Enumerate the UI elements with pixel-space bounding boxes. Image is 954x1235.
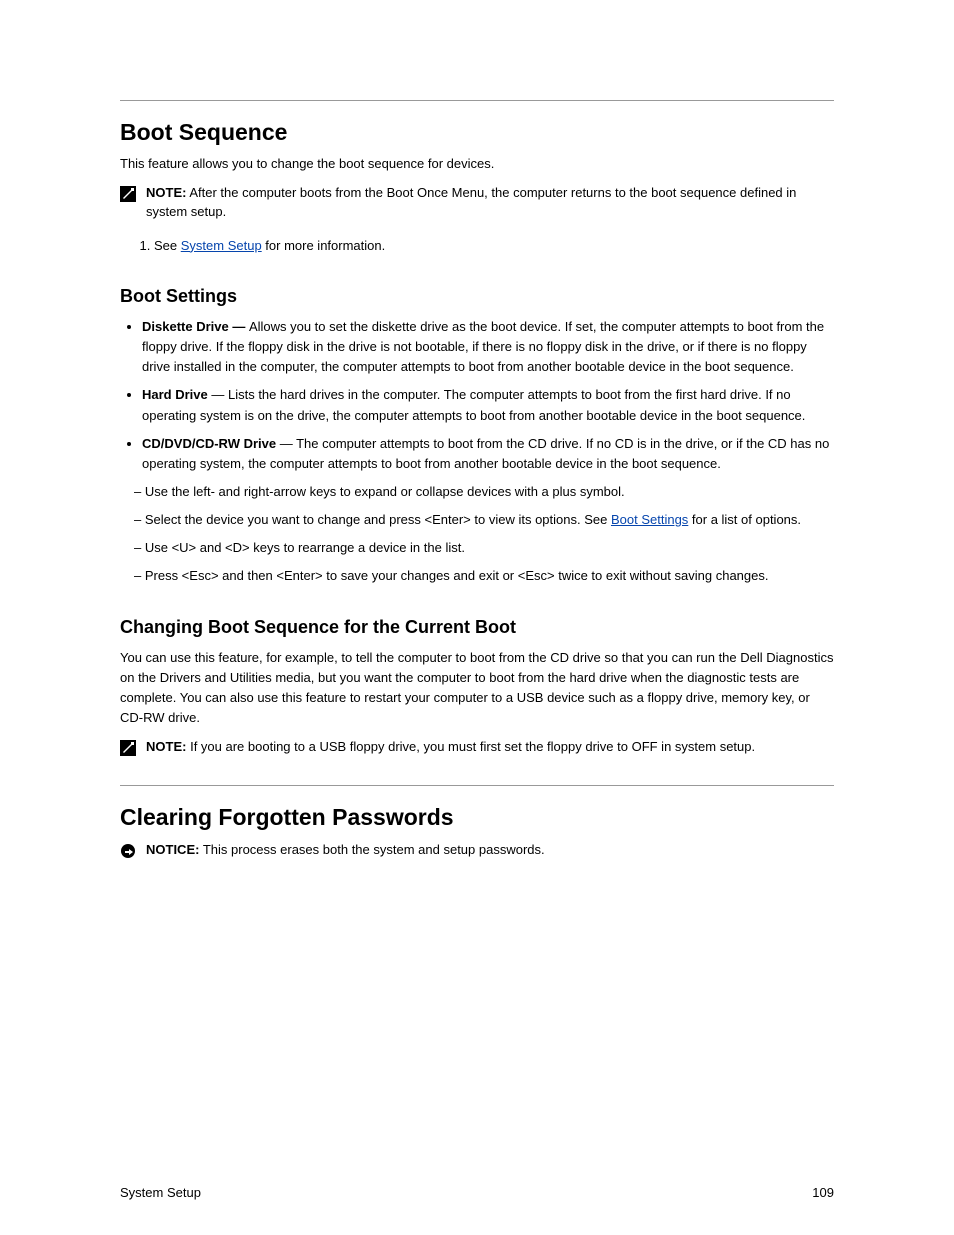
note-body-1: NOTE: After the computer boots from the … <box>146 184 834 222</box>
intro-paragraph: This feature allows you to change the bo… <box>120 154 834 174</box>
changing-boot-text: You can use this feature, for example, t… <box>120 648 834 729</box>
note-icon-2 <box>120 740 136 756</box>
bullet-harddrive-bold: Hard Drive <box>142 387 208 402</box>
note-text-2: If you are booting to a USB floppy drive… <box>190 739 755 754</box>
note-body-2: NOTE: If you are booting to a USB floppy… <box>146 738 834 757</box>
notice-icon <box>120 843 136 859</box>
bullet-diskette: Diskette Drive — Allows you to set the d… <box>142 317 834 377</box>
note-callout-1: NOTE: After the computer boots from the … <box>120 184 834 222</box>
note-icon <box>120 186 136 202</box>
note-label-1: NOTE: <box>146 185 186 200</box>
dash-select-a: Select the device you want to change and… <box>145 512 611 527</box>
section-rule-mid <box>120 785 834 786</box>
section-title-boot-sequence: Boot Sequence <box>120 119 834 146</box>
footer-page: 109 <box>812 1185 834 1200</box>
notice-callout: NOTICE: This process erases both the sys… <box>120 841 834 860</box>
bullet-cddvd: CD/DVD/CD-RW Drive — The computer attemp… <box>142 434 834 474</box>
bullet-cddvd-bold: CD/DVD/CD-RW Drive <box>142 436 276 451</box>
step-1: See System Setup for more information. <box>154 236 834 256</box>
note-text-1: After the computer boots from the Boot O… <box>146 185 796 219</box>
boot-settings-heading: Boot Settings <box>120 286 834 307</box>
notice-label: NOTICE: <box>146 842 199 857</box>
boot-settings-link[interactable]: Boot Settings <box>611 512 688 527</box>
bullet-harddrive-text: — Lists the hard drives in the computer.… <box>142 387 805 422</box>
notice-body: NOTICE: This process erases both the sys… <box>146 841 834 860</box>
dash-esc: Press <Esc> and then <Enter> to save you… <box>134 566 834 586</box>
note-label-2: NOTE: <box>146 739 186 754</box>
section-rule-top <box>120 100 834 101</box>
footer-chapter: System Setup <box>120 1185 201 1200</box>
note-callout-2: NOTE: If you are booting to a USB floppy… <box>120 738 834 757</box>
section-title-clearing: Clearing Forgotten Passwords <box>120 804 834 831</box>
steps-list-1: See System Setup for more information. <box>120 236 834 256</box>
system-setup-link[interactable]: System Setup <box>181 238 262 253</box>
dash-list: Use the left- and right-arrow keys to ex… <box>120 482 834 587</box>
dash-udkeys: Use <U> and <D> keys to rearrange a devi… <box>134 538 834 558</box>
dash-select-b: for a list of options. <box>688 512 801 527</box>
changing-boot-heading: Changing Boot Sequence for the Current B… <box>120 617 834 638</box>
dash-arrowkeys: Use the left- and right-arrow keys to ex… <box>134 482 834 502</box>
notice-text: This process erases both the system and … <box>203 842 545 857</box>
bullet-diskette-bold: Diskette Drive — <box>142 319 249 334</box>
step-1-a: See <box>154 238 181 253</box>
bullet-harddrive: Hard Drive — Lists the hard drives in th… <box>142 385 834 425</box>
step-1-b: for more information. <box>262 238 386 253</box>
boot-settings-bullets: Diskette Drive — Allows you to set the d… <box>120 317 834 474</box>
dash-select-device: Select the device you want to change and… <box>134 510 834 530</box>
